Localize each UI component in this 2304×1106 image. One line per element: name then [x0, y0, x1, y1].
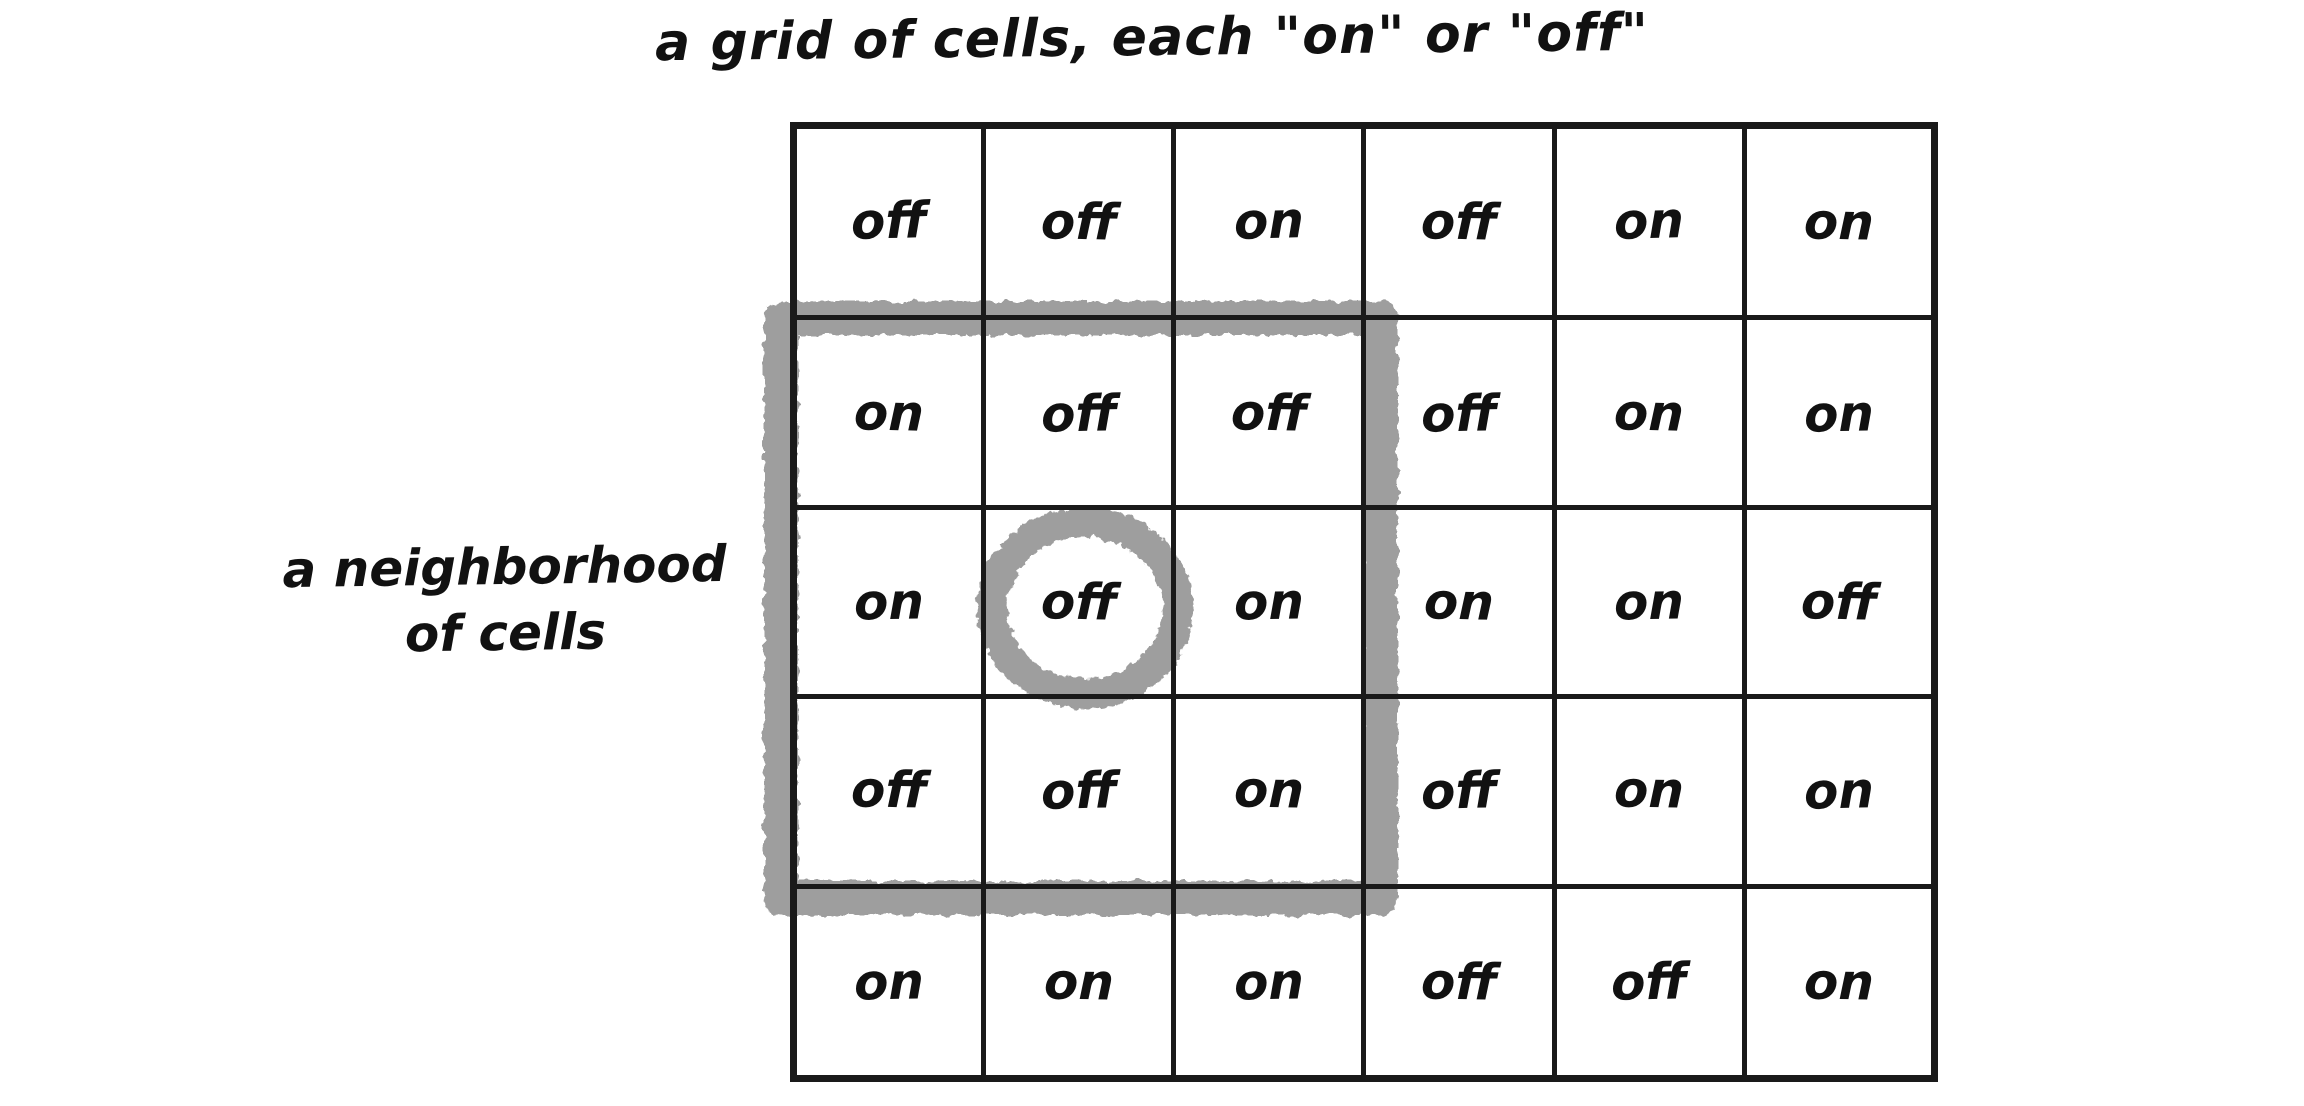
grid-cell[interactable]: on — [1171, 883, 1367, 1082]
grid-cell[interactable]: on — [981, 883, 1177, 1082]
cell-value: off — [1040, 761, 1118, 822]
cell-value: on — [1803, 383, 1875, 444]
cell-value: off — [1040, 192, 1118, 252]
grid-row: on off off off on on — [790, 315, 1938, 510]
grid-cell[interactable]: off — [981, 315, 1177, 510]
cell-value: on — [1233, 952, 1305, 1012]
cell-value: off — [850, 191, 928, 252]
grid-cell[interactable]: on — [790, 883, 987, 1082]
cell-value: off — [1040, 572, 1118, 632]
cell-value: off — [1230, 382, 1308, 443]
grid-row: off off on off on on — [790, 122, 1938, 321]
grid-cell[interactable]: on — [1171, 694, 1367, 889]
grid-row: off off on off on on — [790, 694, 1938, 889]
page-title-text: a grid of cells, each "on" or "off" — [654, 2, 1650, 74]
cell-value: on — [1233, 191, 1305, 252]
grid-cell[interactable]: on — [1741, 694, 1938, 889]
neighborhood-caption: a neighborhood of cells — [254, 532, 756, 669]
cell-value: on — [1803, 192, 1875, 252]
cell-grid-container: off off on off on on on off off off on o… — [790, 122, 1938, 1082]
grid-cell[interactable]: on — [790, 315, 987, 510]
cell-value: on — [1233, 572, 1305, 632]
grid-row: on off on on on off — [790, 504, 1938, 700]
cell-value: off — [1420, 761, 1498, 822]
cell-value: on — [1613, 572, 1685, 632]
cell-value: on — [1613, 191, 1685, 252]
cell-value: on — [853, 572, 925, 632]
grid-cell[interactable]: off — [1361, 315, 1557, 510]
grid-cell[interactable]: on — [1741, 883, 1938, 1082]
grid-cell[interactable]: off — [790, 122, 987, 321]
neighborhood-caption-line-1: a neighborhood — [282, 534, 727, 600]
grid-cell[interactable]: off — [1551, 883, 1747, 1082]
cell-value: off — [1610, 952, 1688, 1012]
cell-value: off — [1800, 572, 1878, 632]
cell-grid: off off on off on on on off off off on o… — [790, 122, 1938, 1082]
cell-value: on — [1423, 572, 1495, 632]
grid-cell[interactable]: off — [1361, 883, 1557, 1082]
cell-value: on — [853, 382, 925, 443]
grid-cell[interactable]: off — [1741, 504, 1938, 700]
grid-row: on on on off off on — [790, 883, 1938, 1082]
cell-value: off — [1420, 192, 1498, 252]
grid-cell[interactable]: off — [790, 694, 987, 889]
cell-value: on — [1613, 760, 1685, 820]
cell-value: on — [1803, 761, 1875, 822]
grid-cell-center[interactable]: off — [981, 504, 1177, 700]
grid-cell[interactable]: on — [1741, 122, 1938, 321]
grid-cell[interactable]: off — [981, 122, 1177, 321]
grid-cell[interactable]: on — [1741, 315, 1938, 510]
grid-cell[interactable]: on — [1361, 504, 1557, 700]
neighborhood-caption-line-2: of cells — [404, 602, 607, 664]
cell-value: on — [1043, 952, 1115, 1012]
grid-cell[interactable]: on — [1171, 122, 1367, 321]
cell-value: on — [1233, 760, 1305, 820]
grid-cell[interactable]: on — [1551, 315, 1747, 510]
grid-cell[interactable]: on — [1551, 122, 1747, 321]
grid-cell[interactable]: on — [1551, 504, 1747, 700]
cell-value: on — [1803, 952, 1875, 1012]
grid-cell[interactable]: on — [1171, 504, 1367, 700]
cell-value: on — [853, 952, 925, 1012]
page-title: a grid of cells, each "on" or "off" — [0, 3, 2304, 73]
grid-cell[interactable]: off — [1171, 315, 1367, 510]
cell-value: off — [1420, 952, 1498, 1012]
grid-cell[interactable]: on — [790, 504, 987, 700]
grid-cell[interactable]: on — [1551, 694, 1747, 889]
cell-value: off — [850, 760, 928, 821]
cell-value: off — [1420, 383, 1498, 444]
grid-cell[interactable]: off — [1361, 122, 1557, 321]
cell-value: on — [1613, 382, 1685, 443]
cell-value: off — [1040, 383, 1118, 444]
grid-cell[interactable]: off — [981, 694, 1177, 889]
grid-cell[interactable]: off — [1361, 694, 1557, 889]
